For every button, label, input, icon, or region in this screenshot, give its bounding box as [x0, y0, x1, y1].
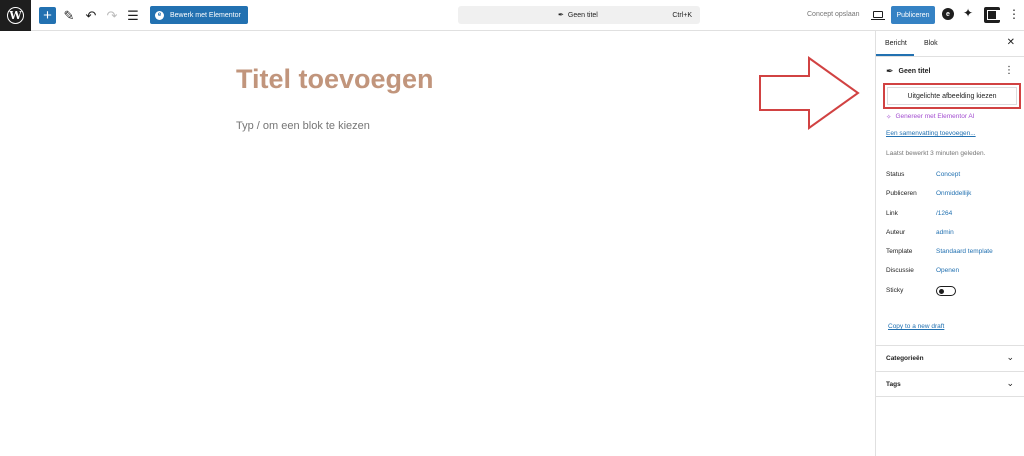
divider — [876, 396, 1024, 397]
desktop-icon[interactable] — [871, 11, 885, 20]
post-actions-icon[interactable]: ⋮ — [1004, 65, 1014, 76]
meta-label: Sticky — [886, 287, 904, 294]
pencil-icon[interactable]: ✎ — [62, 7, 76, 24]
post-title-input[interactable]: Titel toevoegen — [236, 64, 434, 95]
save-draft-button[interactable]: Concept opslaan — [807, 11, 860, 18]
post-summary-header: ✒ Geen titel — [886, 66, 930, 77]
meta-label: Link — [886, 210, 898, 217]
panel-label: Categorieën — [886, 355, 924, 362]
command-shortcut: Ctrl+K — [672, 11, 692, 19]
elementor-circle-icon[interactable]: e — [942, 8, 954, 20]
last-edited-text: Laatst bewerkt 3 minuten geleden. — [886, 150, 986, 157]
meta-label: Discussie — [886, 267, 914, 274]
featured-image-highlight: Uitgelichte afbeelding kiezen — [883, 83, 1021, 109]
editor-toolbar: W + ✎ ↶ ↷ ☰ e Bewerk met Elementor ✒ Gee… — [0, 0, 1024, 31]
chevron-down-icon: ⌄ — [1006, 352, 1014, 362]
template-value[interactable]: Standaard template — [936, 248, 993, 255]
status-value[interactable]: Concept — [936, 171, 960, 178]
tab-block[interactable]: Blok — [924, 40, 938, 47]
panel-label: Tags — [886, 381, 901, 388]
tab-post[interactable]: Bericht — [885, 40, 907, 47]
list-view-icon[interactable]: ☰ — [126, 7, 140, 24]
copy-draft-link[interactable]: Copy to a new draft — [888, 323, 944, 330]
settings-sidebar: Bericht Blok ✕ ✒ Geen titel ⋮ Uitgelicht… — [875, 31, 1024, 456]
undo-icon[interactable]: ↶ — [84, 7, 98, 24]
meta-label: Publiceren — [886, 190, 917, 197]
ai-sparkle-icon: ✧ — [886, 114, 892, 121]
elementor-icon: e — [155, 10, 164, 20]
ai-sparkle-icon[interactable]: ✦ — [963, 6, 973, 20]
publish-button[interactable]: Publiceren — [891, 6, 935, 24]
generate-ai-label: Genereer met Elementor AI — [895, 113, 975, 120]
close-icon[interactable]: ✕ — [1007, 37, 1015, 48]
redo-icon[interactable]: ↷ — [105, 7, 119, 24]
feather-icon: ✒ — [558, 12, 564, 19]
featured-image-button[interactable]: Uitgelichte afbeelding kiezen — [887, 87, 1017, 105]
meta-label: Status — [886, 171, 905, 178]
link-value[interactable]: /1264 — [936, 210, 952, 217]
panel-tags[interactable]: Tags ⌄ — [876, 371, 1024, 397]
meta-label: Auteur — [886, 229, 906, 236]
edit-with-elementor-button[interactable]: e Bewerk met Elementor — [150, 6, 248, 24]
generate-ai-link[interactable]: ✧ Genereer met Elementor AI — [886, 113, 975, 121]
settings-panel-icon[interactable] — [984, 7, 1000, 23]
chevron-down-icon: ⌄ — [1006, 378, 1014, 388]
author-value[interactable]: admin — [936, 229, 954, 236]
sidebar-tabs: Bericht Blok ✕ — [876, 31, 1024, 57]
panel-categories[interactable]: Categorieën ⌄ — [876, 345, 1024, 371]
discussion-value[interactable]: Openen — [936, 267, 959, 274]
document-title: Geen titel — [567, 11, 598, 19]
active-tab-indicator — [876, 54, 914, 56]
edit-with-elementor-label: Bewerk met Elementor — [170, 11, 241, 19]
annotation-arrow — [759, 56, 860, 130]
more-icon[interactable]: ⋮ — [1008, 7, 1020, 21]
add-block-button[interactable]: + — [39, 7, 56, 24]
document-bar[interactable]: ✒ Geen titel Ctrl+K — [458, 6, 700, 24]
post-title: Geen titel — [898, 68, 931, 75]
publish-value[interactable]: Onmiddellijk — [936, 190, 971, 197]
feather-icon: ✒ — [886, 66, 894, 76]
block-placeholder[interactable]: Typ / om een blok te kiezen — [236, 120, 370, 132]
sticky-toggle[interactable] — [936, 286, 956, 296]
wordpress-logo[interactable]: W — [0, 0, 31, 31]
add-summary-link[interactable]: Een samenvatting toevoegen... — [886, 130, 976, 137]
meta-label: Template — [886, 248, 913, 255]
